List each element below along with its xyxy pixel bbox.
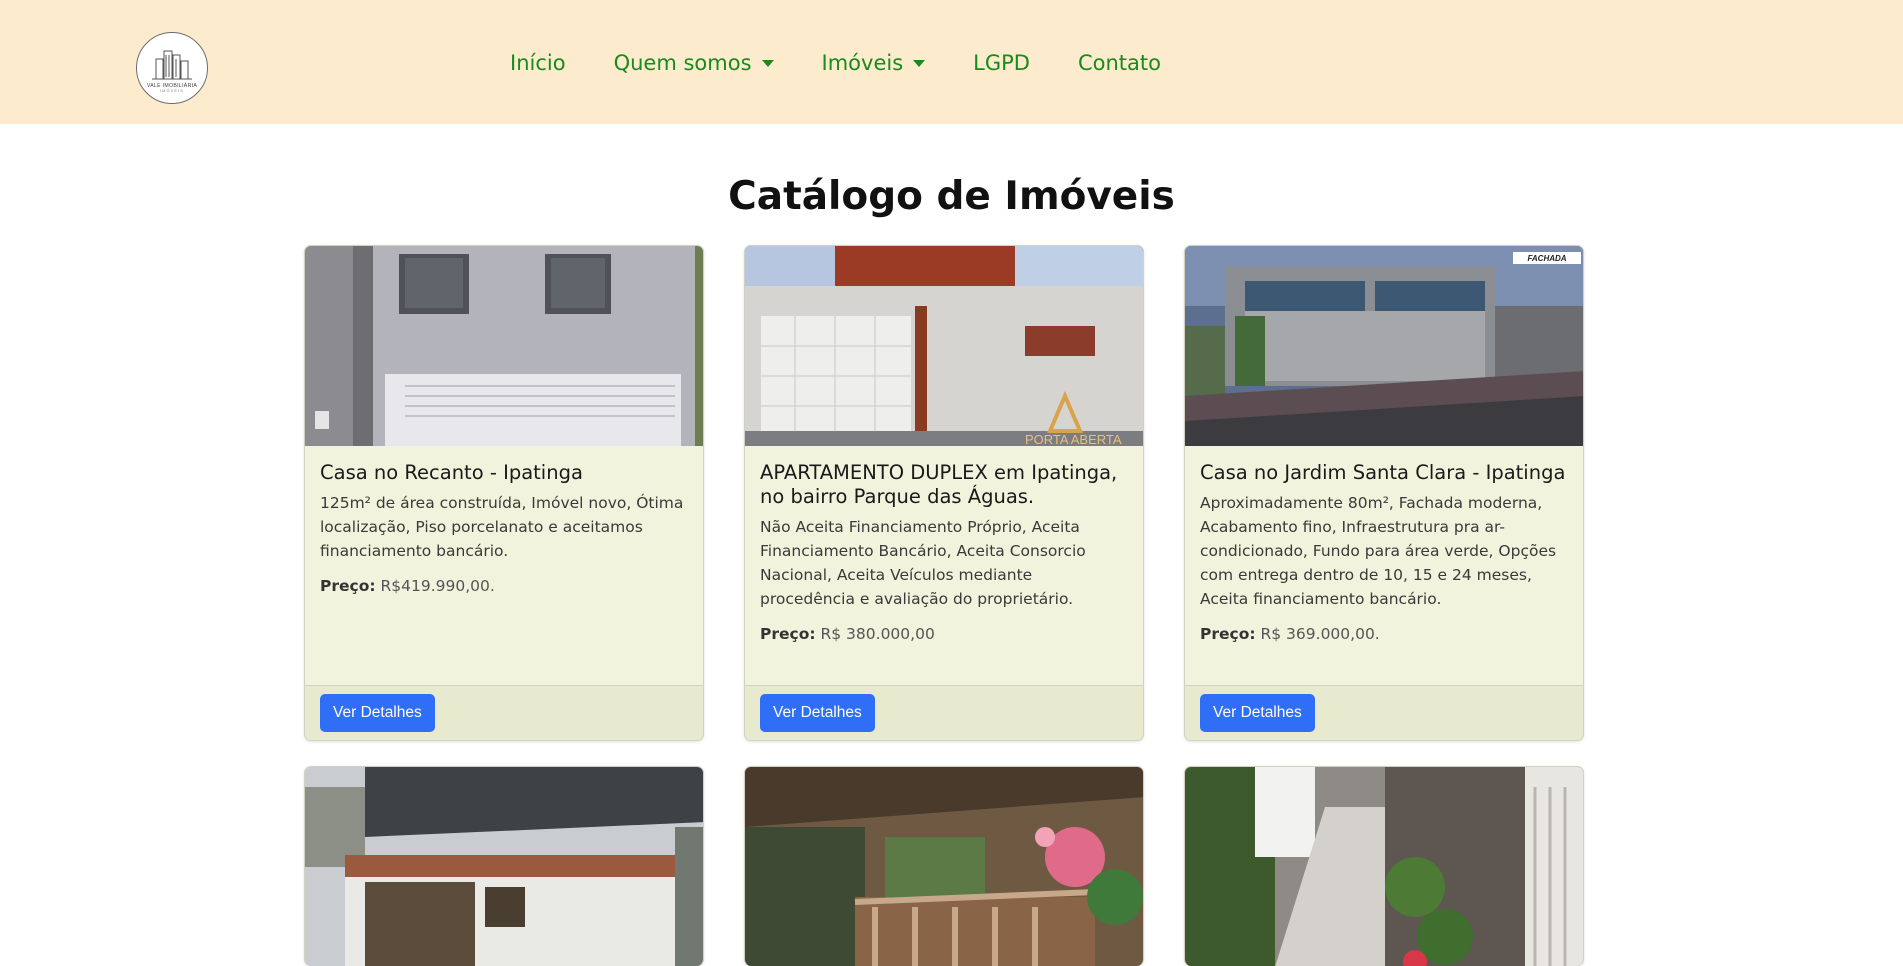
price-value: R$ 369.000,00. — [1260, 625, 1380, 643]
property-description: 125m² de área construída, Imóvel novo, Ó… — [320, 494, 684, 560]
property-title: Casa no Jardim Santa Clara - Ipatinga — [1200, 461, 1566, 484]
price-label: Preço: — [320, 577, 376, 595]
property-photo[interactable] — [1185, 767, 1583, 966]
property-card: FACHADA Casa no Jardim Santa Clara - Ipa… — [1184, 245, 1584, 741]
nav-item-label: LGPD — [973, 51, 1030, 75]
card-footer: Ver Detalhes — [305, 685, 703, 740]
property-photo[interactable] — [305, 767, 703, 966]
brand-logo[interactable]: VALE IMOBILIÁRIA IMÓVEIS — [136, 32, 208, 104]
property-description: Aproximadamente 80m², Fachada moderna, A… — [1200, 494, 1557, 608]
price-label: Preço: — [1200, 625, 1256, 643]
nav-item-quem-somos[interactable]: Quem somos — [614, 51, 774, 75]
buildings-icon — [152, 50, 192, 80]
page-title: Catálogo de Imóveis — [728, 174, 1175, 219]
nav-item-inicio[interactable]: Início — [510, 51, 566, 75]
property-photo[interactable] — [745, 767, 1143, 966]
nav-item-contato[interactable]: Contato — [1078, 51, 1161, 75]
property-price: Preço: R$419.990,00. — [320, 577, 688, 595]
logo-subtext: IMÓVEIS — [159, 89, 185, 93]
property-card: PORTA ABERTA APARTAMENTO DUPLEX em Ipati… — [744, 245, 1144, 741]
property-title: Casa no Recanto - Ipatinga — [320, 461, 583, 484]
nav-item-label: Imóveis — [821, 51, 904, 75]
card-footer: Ver Detalhes — [1185, 685, 1583, 740]
nav-item-lgpd[interactable]: LGPD — [973, 51, 1030, 75]
price-label: Preço: — [760, 625, 816, 643]
price-value: R$419.990,00. — [380, 577, 495, 595]
property-title: APARTAMENTO DUPLEX em Ipatinga, no bairr… — [760, 461, 1118, 508]
price-value: R$ 380.000,00 — [820, 625, 935, 643]
property-card — [1184, 766, 1584, 966]
property-photo[interactable]: FACHADA — [1185, 246, 1583, 446]
property-card — [744, 766, 1144, 966]
view-details-button[interactable]: Ver Detalhes — [760, 694, 875, 732]
caret-down-icon — [761, 59, 774, 67]
image-label: FACHADA — [1527, 254, 1566, 263]
property-card: Casa no Recanto - Ipatinga 125m² de área… — [304, 245, 704, 741]
property-price: Preço: R$ 380.000,00 — [760, 625, 1128, 643]
property-price: Preço: R$ 369.000,00. — [1200, 625, 1568, 643]
caret-down-icon — [913, 59, 926, 67]
nav-item-label: Início — [510, 51, 566, 75]
property-photo[interactable] — [305, 246, 703, 446]
property-card — [304, 766, 704, 966]
image-watermark: PORTA ABERTA — [1025, 432, 1122, 446]
nav-item-label: Contato — [1077, 51, 1161, 75]
navbar: VALE IMOBILIÁRIA IMÓVEIS Início Quem som… — [0, 0, 1903, 124]
main-nav: Início Quem somos Imóveis LGPD Contato — [510, 48, 1161, 78]
view-details-button[interactable]: Ver Detalhes — [1200, 694, 1315, 732]
view-details-button[interactable]: Ver Detalhes — [320, 694, 435, 732]
nav-item-imoveis[interactable]: Imóveis — [822, 51, 926, 75]
property-description: Não Aceita Financiamento Próprio, Aceita… — [760, 518, 1086, 608]
card-footer: Ver Detalhes — [745, 685, 1143, 740]
nav-item-label: Quem somos — [613, 51, 752, 75]
property-photo[interactable]: PORTA ABERTA — [745, 246, 1143, 446]
